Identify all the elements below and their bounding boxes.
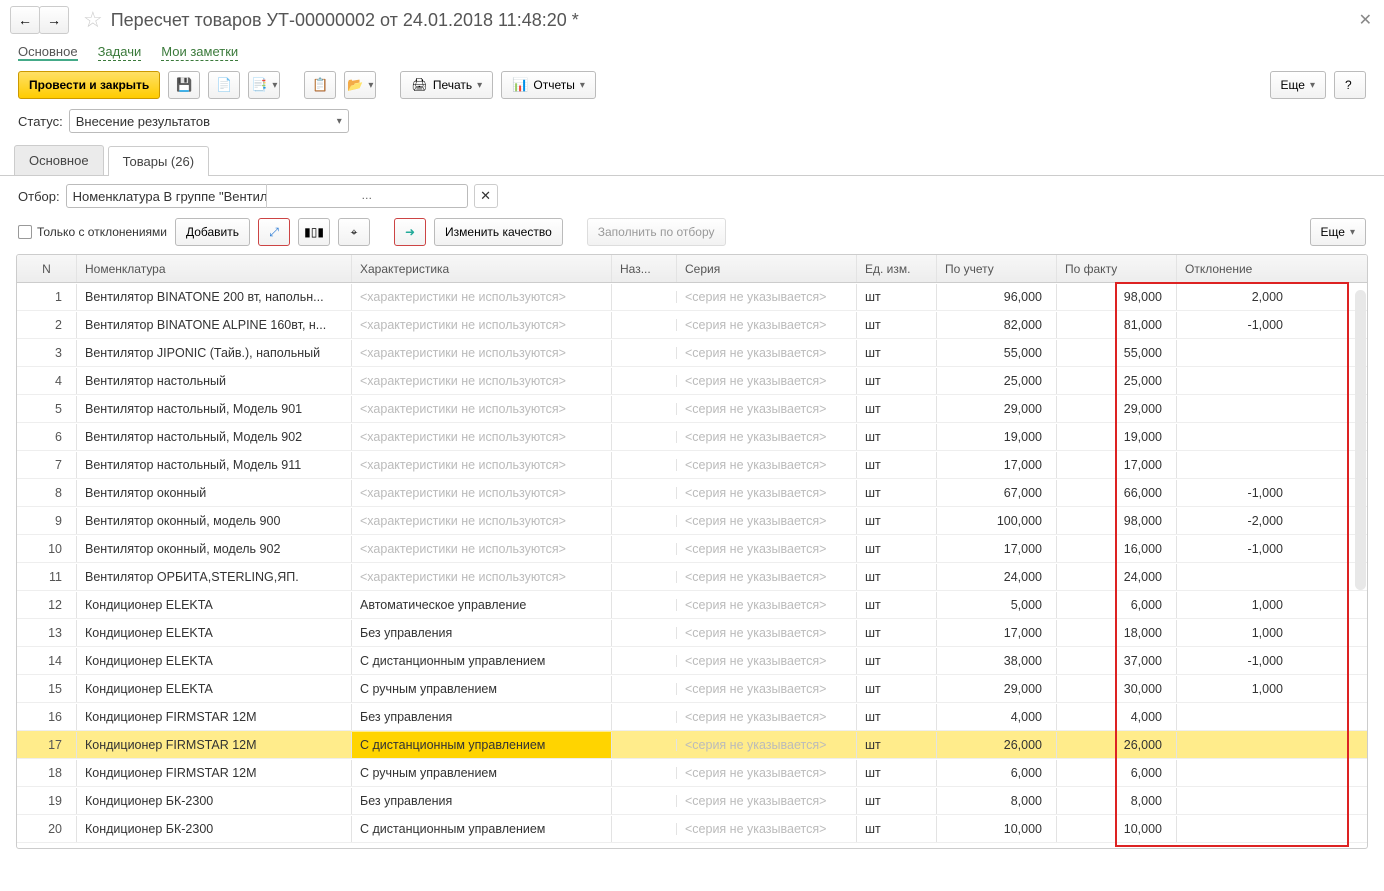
col-alt[interactable]: Наз... — [612, 255, 677, 282]
table-row[interactable]: 15Кондиционер ELEKTAС ручным управлением… — [17, 675, 1367, 703]
table-row[interactable]: 7Вентилятор настольный, Модель 911<харак… — [17, 451, 1367, 479]
favorite-icon[interactable]: ☆ — [83, 7, 103, 33]
more-button[interactable]: Еще ▾ — [1270, 71, 1326, 99]
table-row[interactable]: 18Кондиционер FIRMSTAR 12MС ручным управ… — [17, 759, 1367, 787]
table-row[interactable]: 5Вентилятор настольный, Модель 901<харак… — [17, 395, 1367, 423]
merge-button[interactable]: ⤢ — [258, 218, 290, 246]
table-row[interactable]: 6Вентилятор настольный, Модель 902<харак… — [17, 423, 1367, 451]
only-deviations-checkbox[interactable]: Только с отклонениями — [18, 225, 167, 240]
move-icon: ➜ — [405, 225, 415, 239]
filter-label: Отбор: — [18, 189, 60, 204]
page-title: Пересчет товаров УТ-00000002 от 24.01.20… — [111, 10, 579, 31]
status-value: Внесение результатов — [76, 114, 210, 129]
stamp-icon: ⌖ — [351, 225, 358, 240]
printer-icon: 🖨 — [411, 77, 428, 93]
basedon-button[interactable]: 📂▾ — [344, 71, 376, 99]
add-button[interactable]: Добавить — [175, 218, 250, 246]
copy-icon: 📑 — [251, 77, 267, 93]
col-name[interactable]: Номенклатура — [77, 255, 352, 282]
col-unit[interactable]: Ед. изм. — [857, 255, 937, 282]
table-row[interactable]: 19Кондиционер БК-2300Без управления<сери… — [17, 787, 1367, 815]
report-icon: 📊 — [512, 77, 528, 93]
table-body: 1Вентилятор BINATONE 200 вт, напольн...<… — [17, 283, 1367, 849]
table-row[interactable]: 14Кондиционер ELEKTAС дистанционным упра… — [17, 647, 1367, 675]
list-button[interactable]: 📋 — [304, 71, 336, 99]
based-icon: 📂 — [347, 77, 363, 93]
table-row[interactable]: 10Вентилятор оконный, модель 902<характе… — [17, 535, 1367, 563]
status-select[interactable]: Внесение результатов ▾ — [69, 109, 349, 133]
inner-tab-goods[interactable]: Товары (26) — [108, 146, 209, 176]
table-more-button[interactable]: Еще ▾ — [1310, 218, 1366, 246]
merge-icon: ⤢ — [269, 225, 279, 240]
diskette-icon: 💾 — [176, 77, 192, 93]
inner-tab-main[interactable]: Основное — [14, 145, 104, 175]
copy-button[interactable]: 📑▾ — [248, 71, 280, 99]
col-fact[interactable]: По факту — [1057, 255, 1177, 282]
table-row[interactable]: 4Вентилятор настольный<характеристики не… — [17, 367, 1367, 395]
nav-forward-button[interactable]: → — [39, 6, 69, 34]
top-tab-main[interactable]: Основное — [18, 44, 78, 61]
reports-button[interactable]: 📊Отчеты▾ — [501, 71, 596, 99]
col-acc[interactable]: По учету — [937, 255, 1057, 282]
status-label: Статус: — [18, 114, 63, 129]
top-tab-tasks[interactable]: Задачи — [98, 44, 142, 61]
barcode-button[interactable]: ▮▯▮ — [298, 218, 330, 246]
help-button[interactable]: ? — [1334, 71, 1366, 99]
table-row[interactable]: 11Вентилятор ОРБИТА,STERLING,ЯП.<характе… — [17, 563, 1367, 591]
move-button[interactable]: ➜ — [394, 218, 426, 246]
scrollbar[interactable] — [1355, 290, 1366, 590]
list-icon: 📋 — [312, 77, 328, 93]
stamp-button[interactable]: ⌖ — [338, 218, 370, 246]
post-icon: 📄 — [216, 77, 232, 93]
chevron-down-icon: ▾ — [337, 116, 342, 127]
col-n[interactable]: N — [17, 255, 77, 282]
filter-ellipsis-button[interactable]: … — [266, 184, 466, 208]
close-icon[interactable]: ✕ — [1359, 10, 1372, 30]
post-and-close-button[interactable]: Провести и закрыть — [18, 71, 160, 99]
save-button[interactable]: 💾 — [168, 71, 200, 99]
col-series[interactable]: Серия — [677, 255, 857, 282]
barcode-icon: ▮▯▮ — [304, 225, 324, 239]
table-row[interactable]: 16Кондиционер FIRMSTAR 12MБез управления… — [17, 703, 1367, 731]
filter-value: Номенклатура В группе "Вентиляторы, пыле… — [67, 189, 266, 204]
table-row[interactable]: 2Вентилятор BINATONE ALPINE 160вт, н...<… — [17, 311, 1367, 339]
table-row[interactable]: 3Вентилятор JIPONIC (Тайв.), напольный<х… — [17, 339, 1367, 367]
table-row[interactable]: 9Вентилятор оконный, модель 900<характер… — [17, 507, 1367, 535]
col-char[interactable]: Характеристика — [352, 255, 612, 282]
fill-by-filter-button[interactable]: Заполнить по отбору — [587, 218, 726, 246]
table-row[interactable]: 12Кондиционер ELEKTAАвтоматическое управ… — [17, 591, 1367, 619]
col-dev[interactable]: Отклонение — [1177, 255, 1297, 282]
print-button[interactable]: 🖨Печать▾ — [400, 71, 493, 99]
change-quality-button[interactable]: Изменить качество — [434, 218, 563, 246]
table-header: N Номенклатура Характеристика Наз... Сер… — [17, 255, 1367, 283]
filter-field[interactable]: Номенклатура В группе "Вентиляторы, пыле… — [66, 184, 468, 208]
table-row[interactable]: 20Кондиционер БК-2300С дистанционным упр… — [17, 815, 1367, 843]
table-row[interactable]: 17Кондиционер FIRMSTAR 12MС дистанционны… — [17, 731, 1367, 759]
top-tab-notes[interactable]: Мои заметки — [161, 44, 238, 61]
table-row[interactable]: 13Кондиционер ELEKTAБез управления<серия… — [17, 619, 1367, 647]
filter-clear-button[interactable]: ✕ — [474, 184, 498, 208]
nav-back-button[interactable]: ← — [10, 6, 40, 34]
table-row[interactable]: 1Вентилятор BINATONE 200 вт, напольн...<… — [17, 283, 1367, 311]
post-button[interactable]: 📄 — [208, 71, 240, 99]
table-row[interactable]: 8Вентилятор оконный<характеристики не ис… — [17, 479, 1367, 507]
